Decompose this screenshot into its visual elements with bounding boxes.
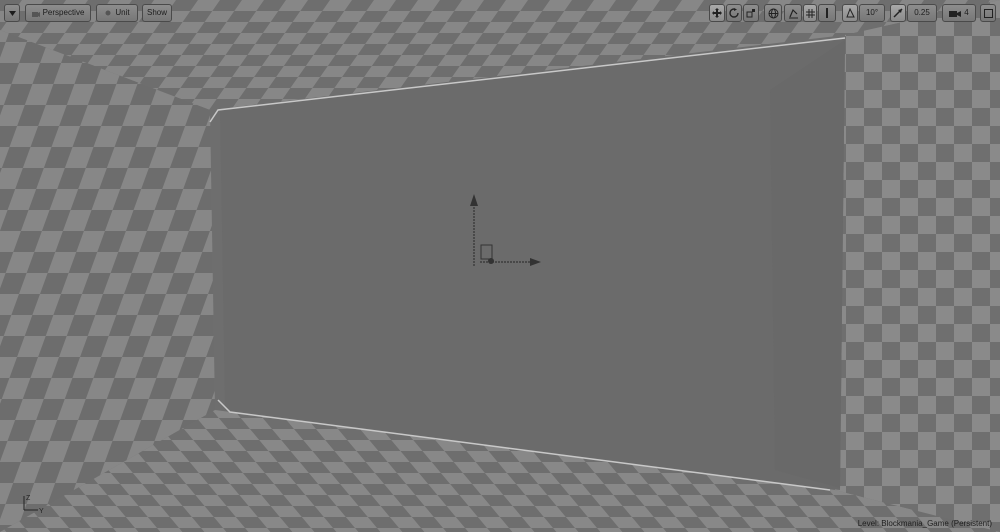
view-mode-button[interactable]: Unit [96, 4, 138, 22]
surface-snap-icon [788, 8, 798, 18]
scale-mode-button[interactable] [743, 4, 759, 22]
rotate-mode-button[interactable] [726, 4, 742, 22]
grid-size-icon [826, 8, 828, 18]
scale-snap-icon [893, 8, 903, 18]
viewport-options-button[interactable] [4, 4, 20, 22]
show-button[interactable]: Show [142, 4, 172, 22]
scale-snap-value[interactable]: 0.25 [907, 4, 937, 22]
right-wall-surface [835, 0, 1000, 532]
camera-speed-label: 4 [964, 8, 969, 17]
maximize-icon [983, 8, 993, 18]
inner-right-panel [770, 40, 845, 488]
level-viewport[interactable]: Perspective Unit Show 10° 0.25 4 Z Y Lev… [0, 0, 1000, 532]
scale-snap-toggle[interactable] [890, 4, 906, 22]
level-status: Level: Blockmania_Game (Persistent) [858, 519, 992, 528]
camera-speed-button[interactable]: 4 [942, 4, 976, 22]
globe-icon [768, 8, 778, 18]
axis-indicator: Z Y [23, 495, 44, 514]
scale-icon [746, 9, 755, 18]
axis-z-label: Z [26, 495, 31, 502]
sun-icon [105, 10, 111, 16]
view-mode-label: Unit [115, 8, 130, 17]
angle-icon [845, 8, 855, 18]
camera-icon [31, 11, 40, 17]
move-icon [712, 8, 722, 18]
rotate-icon [729, 8, 739, 18]
rotation-snap-label: 10° [865, 8, 879, 17]
maximize-viewport-button[interactable] [980, 4, 996, 22]
level-status-name: Blockmania_Game (Persistent) [881, 519, 992, 528]
coordinate-system-button[interactable] [764, 4, 782, 22]
perspective-label: Perspective [42, 8, 85, 17]
rotation-snap-toggle[interactable] [842, 4, 858, 22]
grid-icon [805, 8, 815, 18]
translate-mode-button[interactable] [709, 4, 725, 22]
rotation-snap-value[interactable]: 10° [859, 4, 885, 22]
camera-speed-icon [949, 10, 962, 17]
level-status-label: Level: [857, 519, 880, 528]
grid-snap-value[interactable] [818, 4, 836, 22]
grid-snap-toggle[interactable] [803, 4, 817, 22]
show-label: Show [146, 8, 167, 17]
viewport-scene[interactable] [0, 0, 1000, 532]
surface-snapping-button[interactable] [784, 4, 802, 22]
chevron-down-icon [8, 10, 16, 16]
axis-y-label: Y [39, 508, 44, 514]
perspective-button[interactable]: Perspective [25, 4, 91, 22]
scale-snap-label: 0.25 [914, 8, 930, 17]
